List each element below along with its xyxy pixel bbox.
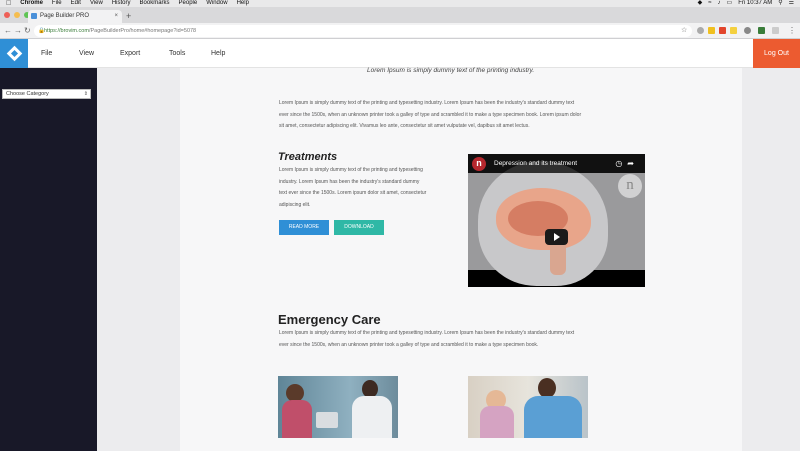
read-more-button[interactable]: READ MORE	[279, 220, 329, 235]
brainstem-illustration	[550, 241, 566, 275]
left-sidebar: Choose Category ⇕	[0, 68, 97, 451]
browser-toolbar: ← → ↻ 🔒 https://brovim.com/PageBuilderPr…	[0, 23, 800, 39]
search-icon[interactable]: ⚲	[778, 0, 782, 7]
mac-menu-history[interactable]: History	[112, 0, 131, 7]
star-icon[interactable]: ☆	[681, 26, 687, 35]
mac-menu-view[interactable]: View	[90, 0, 103, 7]
battery-icon[interactable]: ▭	[727, 0, 733, 7]
intro-line: Lorem Ipsum is simply dummy text of the …	[279, 100, 575, 106]
emergency-line: ever since the 1500s, when an unknown pr…	[279, 341, 539, 348]
play-icon[interactable]	[545, 229, 568, 245]
diamond-logo-icon	[6, 45, 22, 62]
mac-menu-file[interactable]: File	[52, 0, 62, 7]
treatments-line: industry. Lorem Ipsum has been the indus…	[279, 178, 420, 185]
mac-menu-window[interactable]: Window	[206, 0, 227, 7]
menu-file[interactable]: File	[41, 49, 52, 58]
close-window-button[interactable]	[4, 12, 10, 18]
download-button[interactable]: DOWNLOAD	[334, 220, 384, 235]
lock-icon: 🔒	[38, 28, 45, 34]
mac-menu-help[interactable]: Help	[237, 0, 249, 7]
treatments-paragraph: Lorem Ipsum is simply dummy text of the …	[279, 165, 426, 211]
category-select-value: Choose Category	[6, 91, 49, 97]
menu-view[interactable]: View	[79, 49, 94, 58]
extension-icon[interactable]	[744, 27, 751, 34]
minimize-window-button[interactable]	[14, 12, 20, 18]
doctor-patient-photo	[278, 376, 398, 438]
channel-watermark: n	[618, 174, 642, 198]
menu-help[interactable]: Help	[211, 49, 225, 58]
mac-menu-edit[interactable]: Edit	[71, 0, 81, 7]
intro-line: ever since the 1500s, when an unknown pr…	[279, 111, 582, 118]
video-embed[interactable]: n n Depression and its treatment ◷➦	[468, 154, 645, 287]
video-actions: ◷➦	[615, 154, 639, 173]
browser-menu-icon[interactable]: ⋮	[788, 26, 796, 35]
extension-icon[interactable]	[697, 27, 704, 34]
new-tab-icon[interactable]: +	[126, 12, 131, 21]
browser-tab[interactable]: Page Builder PRO ×	[28, 10, 122, 23]
reload-icon[interactable]: ↻	[24, 26, 31, 35]
wifi-icon[interactable]: ≈	[708, 0, 711, 7]
emergency-line: Lorem Ipsum is simply dummy text of the …	[279, 330, 575, 336]
logout-button[interactable]: Log Out	[753, 39, 800, 68]
emergency-care-heading: Emergency Care	[278, 312, 381, 327]
back-icon[interactable]: ←	[4, 26, 12, 35]
channel-avatar[interactable]: n	[472, 157, 486, 171]
url-host: https://brovim.com	[44, 28, 89, 34]
page-tagline: Lorem Ipsum is simply dummy text of the …	[367, 67, 535, 74]
address-bar[interactable]: 🔒 https://brovim.com/PageBuilderPro/home…	[34, 25, 692, 37]
macos-menu-bar:  Chrome File Edit View History Bookmark…	[0, 0, 800, 7]
treatments-line: adipiscing elit.	[279, 201, 311, 208]
dropbox-icon[interactable]: ◆	[698, 0, 703, 7]
intro-line: sit amet, consectetur adipiscing elit. V…	[279, 123, 530, 129]
app-header: File View Export Tools Help Log Out	[0, 39, 800, 68]
url-path: /PageBuilderPro/home#homepage?id=5078	[88, 28, 197, 34]
extension-icon[interactable]	[719, 27, 726, 34]
clock[interactable]: Fri 10:37 AM	[738, 0, 772, 7]
watch-later-icon[interactable]: ◷	[615, 159, 627, 168]
forward-icon[interactable]: →	[14, 26, 22, 35]
treatments-line: text ever since the 1500s. Lorem ipsum d…	[279, 190, 427, 196]
select-arrows-icon: ⇕	[83, 91, 88, 97]
window-controls	[4, 12, 30, 18]
extension-icon[interactable]	[708, 27, 715, 34]
menu-tools[interactable]: Tools	[169, 49, 185, 58]
category-select[interactable]: Choose Category ⇕	[2, 89, 91, 99]
extension-icon[interactable]	[730, 27, 737, 34]
treatments-line: Lorem Ipsum is simply dummy text of the …	[279, 167, 423, 173]
status-area: ◆ ≈ ♪ ▭ Fri 10:37 AM ⚲ ☰	[698, 0, 800, 7]
intro-paragraph: Lorem Ipsum is simply dummy text of the …	[279, 98, 581, 133]
close-tab-icon[interactable]: ×	[114, 10, 118, 23]
video-title[interactable]: Depression and its treatment	[494, 160, 577, 167]
mac-menu-people[interactable]: People	[179, 0, 198, 7]
tab-title: Page Builder PRO	[40, 13, 90, 19]
share-icon[interactable]: ➦	[627, 159, 639, 168]
apple-icon[interactable]: 	[6, 0, 11, 7]
extension-icon[interactable]	[772, 27, 779, 34]
mac-menu-bookmarks[interactable]: Bookmarks	[140, 0, 170, 7]
emergency-paragraph: Lorem Ipsum is simply dummy text of the …	[279, 328, 574, 351]
mac-menu-chrome[interactable]: Chrome	[20, 0, 43, 7]
treatments-heading: Treatments	[278, 151, 338, 163]
video-title-bar: n Depression and its treatment ◷➦	[468, 154, 645, 173]
pediatric-doctor-photo	[468, 376, 588, 438]
favicon-icon	[31, 13, 37, 19]
menu-export[interactable]: Export	[120, 49, 140, 58]
extension-icon[interactable]	[758, 27, 765, 34]
browser-tab-strip: Page Builder PRO × +	[0, 7, 800, 23]
menu-list-icon[interactable]: ☰	[789, 0, 794, 7]
volume-icon[interactable]: ♪	[718, 0, 721, 7]
app-logo[interactable]	[0, 39, 28, 68]
